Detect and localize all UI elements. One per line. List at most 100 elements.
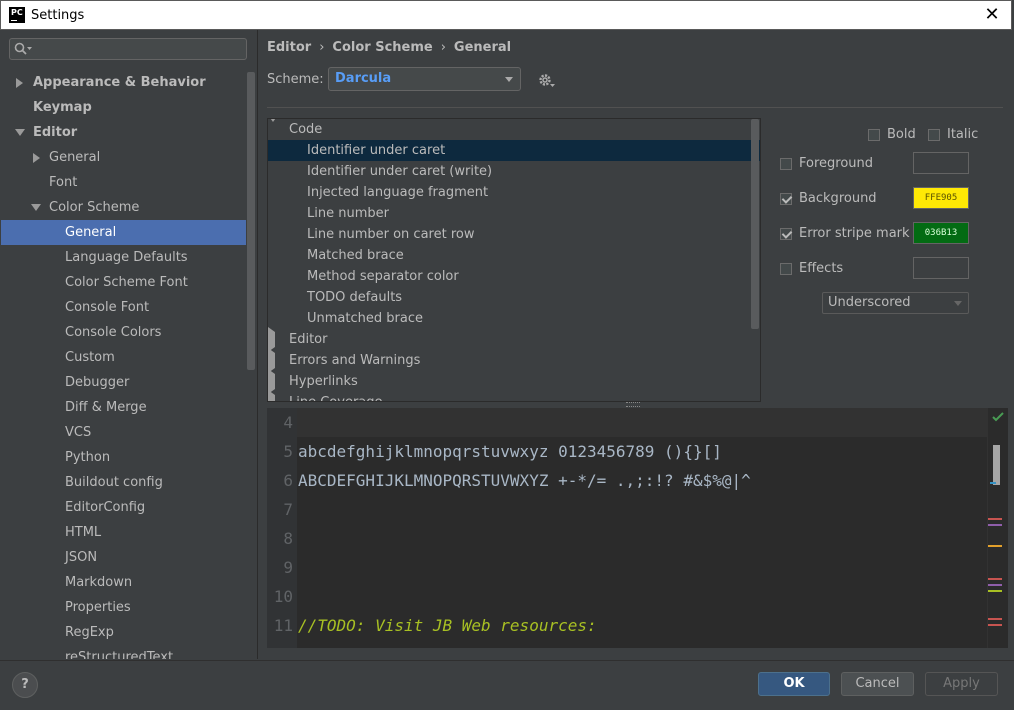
sidebar-item-keymap[interactable]: Keymap — [1, 95, 246, 120]
code-line: ABCDEFGHIJKLMNOPQRSTUVWXYZ +-*/= .,;:!? … — [298, 471, 751, 490]
chevron-right-icon — [268, 390, 275, 401]
background-checkbox[interactable] — [780, 193, 792, 205]
pycharm-app-icon: PC — [9, 7, 25, 23]
sidebar-item-font[interactable]: Font — [1, 170, 246, 195]
ok-button[interactable]: OK — [758, 672, 830, 696]
line-number: 5 — [283, 442, 293, 461]
sidebar-item-buildout-config[interactable]: Buildout config — [1, 470, 246, 495]
sidebar-item-restructuredtext[interactable]: reStructuredText — [1, 645, 246, 659]
tree-item-injected-language-fragment[interactable]: Injected language fragment — [268, 182, 760, 203]
background-label: Background — [799, 191, 877, 206]
tree-item-identifier-under-caret[interactable]: Identifier under caret — [268, 140, 760, 161]
stripe-mark[interactable] — [988, 584, 1002, 586]
breadcrumb: Editor › Color Scheme › General — [267, 40, 512, 55]
sidebar-item-regexp[interactable]: RegExp — [1, 620, 246, 645]
sidebar-item-html[interactable]: HTML — [1, 520, 246, 545]
tree-group-hyperlinks[interactable]: Hyperlinks — [268, 369, 760, 394]
chevron-down-icon — [268, 119, 278, 137]
sidebar-item-appearance-behavior[interactable]: Appearance & Behavior — [1, 70, 246, 95]
settings-sidebar: Appearance & Behavior Keymap Editor Gene… — [1, 30, 258, 659]
tree-item-line-number-caret-row[interactable]: Line number on caret row — [268, 224, 760, 245]
help-button[interactable]: ? — [12, 672, 38, 698]
sidebar-item-color-scheme[interactable]: Color Scheme — [1, 195, 246, 220]
italic-checkbox[interactable] — [928, 129, 940, 141]
error-stripe-color-swatch[interactable]: 036B13 — [913, 222, 969, 244]
stripe-mark[interactable] — [988, 618, 1002, 620]
tree-scrollbar[interactable] — [751, 119, 759, 329]
editor-scrollbar-thumb[interactable] — [993, 445, 1000, 485]
sidebar-item-general[interactable]: General — [1, 145, 246, 170]
close-icon[interactable]: ✕ — [979, 3, 1005, 27]
stripe-mark[interactable] — [988, 518, 1002, 520]
breadcrumb-general: General — [453, 40, 512, 55]
effects-type-dropdown[interactable]: Underscored — [822, 292, 969, 314]
chevron-down-icon — [954, 301, 962, 306]
tree-item-line-number[interactable]: Line number — [268, 203, 760, 224]
chevron-right-icon — [16, 78, 23, 88]
stripe-mark[interactable] — [988, 524, 1002, 526]
attribute-properties: Bold Italic Foreground Background FFE905… — [778, 118, 1008, 318]
settings-tree: Appearance & Behavior Keymap Editor Gene… — [1, 70, 246, 659]
tree-group-errors-warnings[interactable]: Errors and Warnings — [268, 348, 760, 373]
code-line: abcdefghijklmnopqrstuvwxyz 0123456789 ()… — [298, 442, 722, 461]
apply-button[interactable]: Apply — [925, 672, 998, 696]
tree-item-unmatched-brace[interactable]: Unmatched brace — [268, 308, 760, 329]
scheme-value: Darcula — [335, 71, 392, 86]
sidebar-item-editor[interactable]: Editor — [1, 120, 246, 145]
sidebar-item-color-scheme-font[interactable]: Color Scheme Font — [1, 270, 246, 295]
checkmark-icon — [992, 412, 1004, 422]
tree-item-todo-defaults[interactable]: TODO defaults — [268, 287, 760, 308]
sidebar-item-color-scheme-general[interactable]: General — [1, 220, 246, 245]
tree-item-method-separator-color[interactable]: Method separator color — [268, 266, 760, 287]
tree-group-line-coverage[interactable]: Line Coverage — [268, 390, 760, 401]
effects-checkbox[interactable] — [780, 263, 792, 275]
tree-item-matched-brace[interactable]: Matched brace — [268, 245, 760, 266]
editor-error-stripe — [987, 408, 1008, 648]
main-panel: Editor › Color Scheme › General Scheme: Darc… — [258, 30, 1012, 659]
attribute-tree: Code Identifier under caret Identifier u… — [267, 118, 761, 402]
stripe-mark[interactable] — [988, 590, 1002, 592]
tree-item-identifier-under-caret-write[interactable]: Identifier under caret (write) — [268, 161, 760, 182]
effects-type-value: Underscored — [828, 295, 911, 310]
stripe-mark[interactable] — [988, 545, 1002, 547]
sidebar-item-editorconfig[interactable]: EditorConfig — [1, 495, 246, 520]
line-number: 7 — [283, 500, 293, 519]
splitter-handle[interactable] — [626, 402, 640, 407]
chevron-right-icon — [33, 153, 40, 163]
line-number: 8 — [283, 529, 293, 548]
background-color-swatch[interactable]: FFE905 — [913, 187, 969, 209]
dialog-footer: ? OK Cancel Apply — [0, 660, 1014, 710]
sidebar-item-debugger[interactable]: Debugger — [1, 370, 246, 395]
tree-group-editor[interactable]: Editor — [268, 327, 760, 352]
sidebar-scrollbar[interactable] — [247, 72, 255, 370]
sidebar-item-diff-merge[interactable]: Diff & Merge — [1, 395, 246, 420]
stripe-mark[interactable] — [988, 578, 1002, 580]
tree-group-code[interactable]: Code — [268, 119, 760, 140]
search-icon — [14, 42, 32, 55]
stripe-mark[interactable] — [988, 624, 1002, 626]
preview-editor[interactable]: 4 5 6 7 8 9 10 11 abcdefghijklmnopqrstuv… — [267, 408, 1008, 648]
gear-icon[interactable] — [538, 71, 556, 89]
cancel-button[interactable]: Cancel — [841, 672, 914, 696]
error-stripe-checkbox[interactable] — [780, 228, 792, 240]
bold-label: Bold — [887, 127, 916, 142]
foreground-checkbox[interactable] — [780, 158, 792, 170]
line-number: 4 — [283, 413, 293, 432]
stripe-mark[interactable] — [990, 482, 996, 484]
bold-checkbox[interactable] — [868, 129, 880, 141]
sidebar-item-python[interactable]: Python — [1, 445, 246, 470]
sidebar-item-json[interactable]: JSON — [1, 545, 246, 570]
italic-label: Italic — [947, 127, 979, 142]
breadcrumb-color-scheme: Color Scheme — [332, 40, 433, 55]
scheme-dropdown[interactable]: Darcula — [328, 67, 521, 91]
sidebar-item-console-colors[interactable]: Console Colors — [1, 320, 246, 345]
effects-color-swatch[interactable] — [913, 257, 969, 279]
sidebar-item-language-defaults[interactable]: Language Defaults — [1, 245, 246, 270]
sidebar-item-console-font[interactable]: Console Font — [1, 295, 246, 320]
sidebar-item-custom[interactable]: Custom — [1, 345, 246, 370]
search-input[interactable] — [9, 38, 247, 60]
sidebar-item-properties[interactable]: Properties — [1, 595, 246, 620]
sidebar-item-markdown[interactable]: Markdown — [1, 570, 246, 595]
foreground-color-swatch[interactable] — [913, 152, 969, 174]
sidebar-item-vcs[interactable]: VCS — [1, 420, 246, 445]
